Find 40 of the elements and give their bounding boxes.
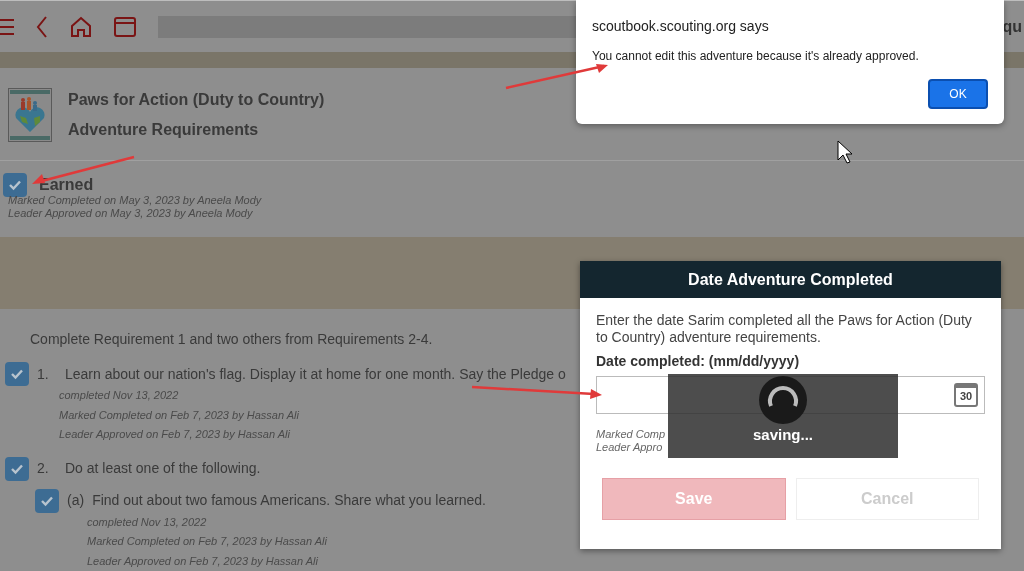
note-text: Leader Appro — [596, 441, 663, 454]
home-icon[interactable] — [70, 15, 92, 38]
adventure-subtitle: Adventure Requirements — [68, 120, 260, 140]
checkbox[interactable] — [5, 456, 29, 481]
spinner-icon — [759, 376, 807, 424]
requirement-text: Do at least one of the following. — [65, 459, 261, 478]
back-icon[interactable] — [36, 15, 48, 38]
requirement-number: 2. — [37, 459, 50, 478]
note-text: Marked Completed on Feb 7, 2023 by Hassan Ali — [87, 534, 327, 549]
alert-message: You cannot edit this adventure because it's already approved. — [592, 48, 920, 65]
requirement-number: 1. — [37, 364, 50, 384]
dialog-title: Date Adventure Completed — [688, 269, 893, 290]
window-icon[interactable] — [114, 16, 136, 37]
note-text: Marked Completed on May 3, 2023 by Aneela Mody — [8, 194, 262, 207]
checkbox[interactable] — [3, 173, 27, 197]
note-text: Marked Comp — [596, 428, 666, 441]
field-label: Date completed: (mm/dd/yyyy) — [596, 352, 801, 371]
menu-icon[interactable] — [0, 17, 14, 36]
note-text: Leader Approved on May 3, 2023 by Aneela Mody — [8, 207, 253, 220]
saving-text: saving... — [753, 426, 813, 444]
note-text: Leader Approved on Feb 7, 2023 by Hassan Ali — [59, 427, 290, 442]
requirement-text: Learn about our nation's flag. Display it at home for one month. Say the Pledge o — [65, 364, 566, 384]
requirement-number: (a) — [67, 491, 85, 510]
ok-button[interactable]: OK — [928, 79, 988, 109]
intro-text: Complete Requirement 1 and two others from Requirements 2-4. — [30, 330, 433, 349]
calendar-icon[interactable]: 30 — [954, 383, 978, 407]
dialog-message: Enter the date Sarim completed all the Paws for Action (Duty to Country) adventure requirements. — [596, 312, 973, 346]
note-text: completed Nov 13, 2022 — [59, 388, 179, 403]
check-icon — [8, 178, 22, 192]
note-text: Marked Completed on Feb 7, 2023 by Hassan Ali — [59, 407, 299, 423]
note-text: Leader Approved on Feb 7, 2023 by Hassan Ali — [87, 553, 318, 569]
adventure-title: Paws for Action (Duty to Country) — [68, 90, 325, 110]
requirement-text: Find out about two famous Americans. Share what you learned. — [92, 491, 486, 510]
note-text: completed Nov 13, 2022 — [87, 514, 207, 530]
adventure-logo — [8, 88, 52, 142]
cursor-icon — [837, 140, 853, 164]
alert-origin: scoutbook.scouting.org says — [592, 17, 770, 36]
checkbox[interactable] — [35, 488, 59, 513]
check-icon — [10, 367, 24, 381]
checkbox[interactable] — [5, 362, 29, 386]
